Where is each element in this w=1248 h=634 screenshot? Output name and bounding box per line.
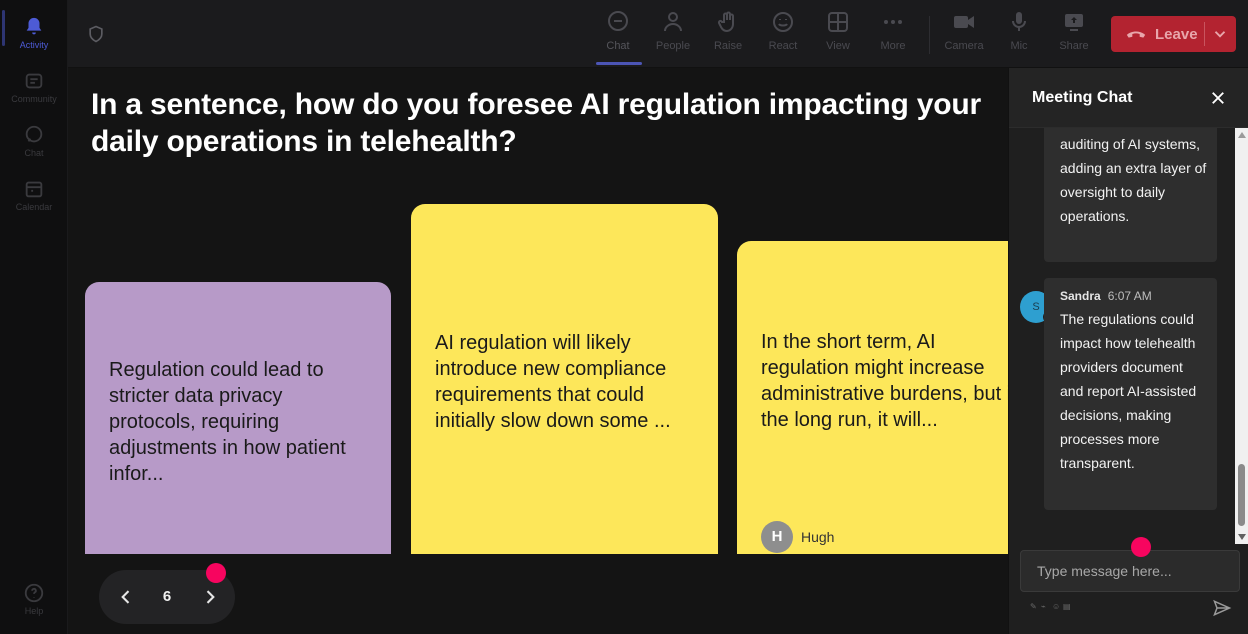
grid-icon: [828, 12, 848, 32]
rail-item-community[interactable]: Community: [0, 62, 68, 112]
raise-hand-icon: [717, 11, 734, 33]
rail-item-label: Activity: [19, 40, 49, 50]
toolbar-divider: [929, 16, 930, 54]
response-card[interactable]: In the short term, AI regulation might i…: [737, 241, 1008, 554]
microphone-icon: [1012, 12, 1026, 31]
rail-item-label: Chat: [24, 148, 44, 158]
react-button-label: React: [768, 40, 798, 52]
app-rail: Activity Community Chat Calendar Help: [0, 0, 68, 634]
share-button-label: Share: [1059, 40, 1089, 52]
close-icon[interactable]: [1209, 89, 1227, 107]
chat-message-list: auditing of AI systems, adding an extra …: [1009, 128, 1248, 544]
bell-icon: [26, 17, 42, 35]
rail-item-activity[interactable]: Activity: [0, 8, 68, 58]
camera-button-label: Camera: [944, 40, 984, 52]
chat-message: Sandra 6:07 AM The regulations could impa…: [1044, 278, 1217, 510]
raise-hand-button[interactable]: Raise: [701, 10, 755, 60]
mic-button-label: Mic: [1010, 40, 1028, 52]
message-input[interactable]: [1021, 551, 1239, 591]
message-meta: Sandra 6:07 AM: [1060, 289, 1152, 303]
people-button-label: People: [655, 40, 691, 52]
chat-title: Meeting Chat: [1032, 89, 1133, 106]
message-text: The regulations could impact how telehea…: [1060, 311, 1197, 471]
leave-button[interactable]: Leave: [1111, 16, 1236, 52]
chat-icon: [608, 11, 628, 31]
people-button[interactable]: People: [646, 10, 700, 60]
format-toolbar: ✎ ⌁ ☺ ▤: [1030, 603, 1071, 611]
response-text: In the short term, AI regulation might i…: [761, 331, 1008, 431]
more-button[interactable]: More: [866, 10, 920, 60]
page-number: 6: [162, 588, 172, 605]
rail-item-calendar[interactable]: Calendar: [0, 170, 68, 220]
more-dots-icon: [884, 20, 902, 24]
scroll-down-arrow-icon[interactable]: [1238, 534, 1246, 540]
message-compose-box[interactable]: [1020, 550, 1240, 592]
shield-icon[interactable]: [86, 24, 106, 44]
cursor-highlight-dot: [206, 563, 226, 583]
chat-button[interactable]: Chat: [591, 10, 645, 60]
rail-item-chat[interactable]: Chat: [0, 116, 68, 166]
mic-button[interactable]: Mic: [992, 10, 1046, 60]
camera-button[interactable]: Camera: [937, 10, 991, 60]
rail-item-help[interactable]: Help: [0, 574, 68, 624]
scroll-up-arrow-icon[interactable]: [1238, 132, 1246, 138]
hang-up-icon: [1126, 31, 1146, 38]
chat-button-label: Chat: [606, 40, 630, 52]
scrollbar-thumb[interactable]: [1238, 464, 1245, 526]
attach-icon[interactable]: ⌁: [1041, 603, 1048, 611]
meeting-toolbar: Chat People Raise React View More Camera…: [68, 0, 1248, 68]
community-icon: [25, 73, 43, 89]
send-icon[interactable]: [1212, 598, 1232, 618]
gif-icon[interactable]: ▤: [1063, 603, 1071, 611]
poll-stage: In a sentence, how do you foresee AI reg…: [68, 68, 1008, 634]
rail-item-label: Help: [24, 606, 44, 616]
chevron-down-icon[interactable]: [1211, 25, 1229, 43]
rail-item-label: Community: [11, 94, 57, 104]
poll-question: In a sentence, how do you foresee AI reg…: [91, 88, 981, 158]
avatar: H: [761, 521, 793, 553]
chat-scrollbar[interactable]: [1235, 128, 1248, 544]
leave-button-label: Leave: [1155, 25, 1198, 43]
raise-hand-button-label: Raise: [713, 40, 743, 52]
share-button[interactable]: Share: [1047, 10, 1101, 60]
response-author: H Hugh: [761, 521, 834, 553]
leave-button-divider: [1204, 22, 1205, 46]
cursor-highlight-dot: [1131, 537, 1151, 557]
author-name: Hugh: [801, 529, 835, 545]
more-button-label: More: [880, 40, 906, 52]
view-button[interactable]: View: [811, 10, 865, 60]
emoji-icon[interactable]: ☺: [1052, 603, 1060, 611]
rail-item-label: Calendar: [15, 202, 53, 212]
message-text: auditing of AI systems, adding an extra …: [1060, 136, 1207, 224]
format-icon[interactable]: ✎: [1030, 603, 1037, 611]
smiley-icon: [773, 12, 793, 32]
react-button[interactable]: React: [756, 10, 810, 60]
chat-icon: [25, 125, 43, 143]
chevron-right-icon[interactable]: [200, 587, 220, 607]
response-text: Regulation could lead to stricter data p…: [109, 359, 346, 485]
message-sender: Sandra: [1060, 289, 1101, 303]
response-card[interactable]: AI regulation will likely introduce new …: [411, 204, 718, 554]
chat-message: auditing of AI systems, adding an extra …: [1044, 128, 1217, 262]
camera-off-icon: [954, 16, 974, 28]
calendar-icon: [25, 181, 43, 198]
chevron-left-icon[interactable]: [116, 587, 136, 607]
meeting-chat-panel: Meeting Chat auditing of AI systems, add…: [1008, 68, 1248, 634]
response-text: AI regulation will likely introduce new …: [435, 332, 671, 432]
help-icon: [24, 583, 44, 603]
share-screen-icon: [1065, 14, 1083, 31]
response-card[interactable]: Regulation could lead to stricter data p…: [85, 282, 391, 554]
chat-header: Meeting Chat: [1009, 68, 1248, 128]
people-icon: [664, 12, 682, 32]
chat-active-indicator: [596, 62, 642, 65]
message-timestamp: 6:07 AM: [1107, 289, 1152, 303]
view-button-label: View: [826, 40, 850, 52]
